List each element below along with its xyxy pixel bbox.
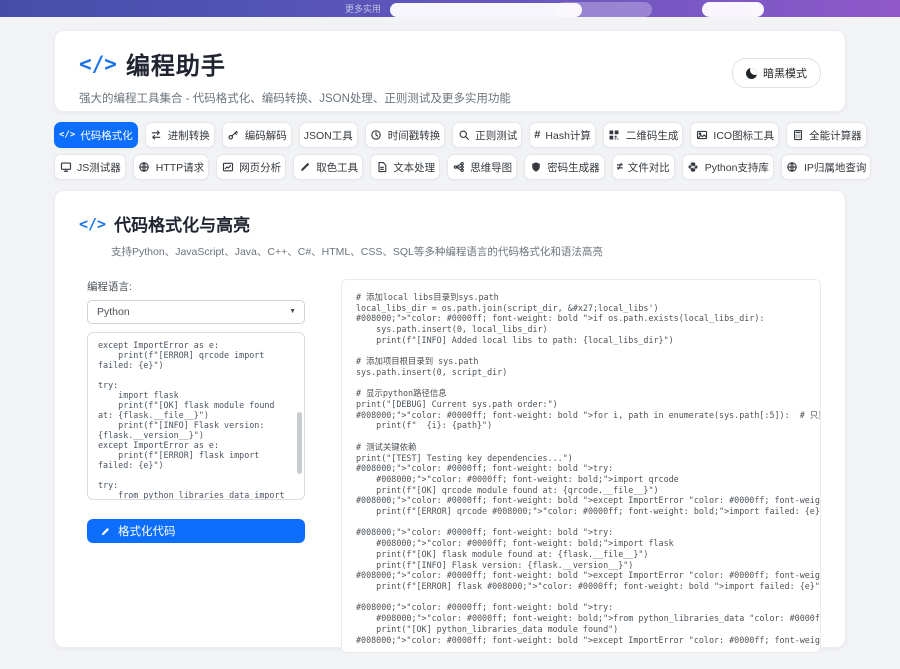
code-brackets-icon: </> <box>79 51 117 76</box>
nav-item-label: 全能计算器 <box>809 129 862 142</box>
nav-item-label: 网页分析 <box>239 161 282 174</box>
textarea-scrollbar[interactable] <box>297 411 302 474</box>
nav-item-json-tool[interactable]: JSON工具 <box>298 122 358 148</box>
app-subtitle: 强大的编程工具集合 - 代码格式化、编码转换、JSON处理、正则测试及更多实用功… <box>79 93 511 105</box>
banner-overlay-shape <box>702 2 764 17</box>
nav-item-label: 思维导图 <box>470 161 513 174</box>
nav-item-timestamp[interactable]: 时间戳转换 <box>364 122 446 148</box>
banner-overlay-shape <box>390 3 582 17</box>
nav-item-regex-test[interactable]: 正则测试 <box>452 122 523 148</box>
qr-icon <box>608 129 621 142</box>
nav-item-hash-calc[interactable]: # Hash计算 <box>529 122 596 148</box>
nav-item-label: 文件对比 <box>627 161 670 174</box>
analysis-icon <box>221 161 234 174</box>
nav-item-label: 代码格式化 <box>80 129 133 142</box>
dropper-icon <box>298 161 311 174</box>
python-icon <box>687 161 700 174</box>
nav-item-label: JS测试器 <box>77 161 121 174</box>
mindmap-icon <box>452 161 465 174</box>
nav-item-label: 进制转换 <box>167 129 210 142</box>
nav-item-label: 时间戳转换 <box>387 129 441 142</box>
nav-item-password-gen[interactable]: 密码生成器 <box>524 154 605 180</box>
nav-item-http-request[interactable]: HTTP请求 <box>132 154 210 180</box>
key-icon <box>227 129 240 142</box>
nav-item-calculator[interactable]: 全能计算器 <box>786 122 867 148</box>
format-code-button[interactable]: 格式化代码 <box>87 519 305 543</box>
highlighted-code: # 添加local libs目录到sys.path local_libs_dir… <box>356 292 820 645</box>
nav-item-js-tester[interactable]: JS测试器 <box>54 154 126 180</box>
swap-icon <box>150 129 163 142</box>
nav-item-python-libs[interactable]: Python支持库 <box>681 154 774 180</box>
nav-row-1: </> 代码格式化 进制转换 编码解码 JSON工具 时间戳转换 正则测试 # Hash计算 二维… <box>54 122 867 148</box>
nav-item-label: 取色工具 <box>316 161 359 174</box>
moon-icon <box>746 67 757 79</box>
globe-icon <box>138 161 151 174</box>
nav-item-label: HTTP请求 <box>155 161 205 174</box>
code-formatter-panel: </> 代码格式化与高亮 支持Python、JavaScript、Java、C+… <box>54 190 846 653</box>
nav-item-mindmap[interactable]: 思维导图 <box>447 154 518 180</box>
language-select-value: Python <box>97 306 130 318</box>
nav-item-qrcode-gen[interactable]: 二维码生成 <box>602 122 684 148</box>
globe-icon <box>786 161 799 174</box>
code-input[interactable]: except ImportError as e: print(f"[ERROR]… <box>87 332 305 500</box>
nav-item-ico-tool[interactable]: ICO图标工具 <box>690 122 780 148</box>
nav-item-ip-lookup[interactable]: IP归属地查询 <box>780 154 872 180</box>
shield-icon <box>529 161 542 174</box>
nav-item-base-convert[interactable]: 进制转换 <box>144 122 215 148</box>
nav-item-label: Hash计算 <box>545 129 591 142</box>
search-icon <box>457 129 470 142</box>
tool-title: 代码格式化与高亮 <box>114 216 251 235</box>
image-icon <box>695 129 708 142</box>
nav-row-2: JS测试器 HTTP请求 网页分析 取色工具 文本处理 思维导图 密码生成器 ≠ 文件对比 Pyt… <box>54 154 872 180</box>
tool-subtitle: 支持Python、JavaScript、Java、C++、C#、HTML、CSS… <box>111 246 603 258</box>
banner-partial-text: 更多实用 <box>345 4 382 14</box>
code-brackets-icon: </> <box>79 214 107 233</box>
nav-item-label: IP归属地查询 <box>803 161 867 174</box>
nav-item-label: 二维码生成 <box>625 129 679 142</box>
compare-icon: ≠ <box>616 161 623 173</box>
code-output-panel: # 添加local libs目录到sys.path local_libs_dir… <box>341 279 821 653</box>
clock-icon <box>370 129 383 142</box>
code-icon: </> <box>59 130 76 140</box>
nav-item-label: 密码生成器 <box>547 161 600 174</box>
nav-item-label: Python支持库 <box>704 161 769 174</box>
pencil-icon <box>101 526 110 535</box>
banner-overlay-shape <box>556 2 652 17</box>
nav-item-code-format[interactable]: </> 代码格式化 <box>54 122 138 148</box>
hash-icon: # <box>534 129 541 141</box>
dark-mode-label: 暗黑模式 <box>763 68 807 80</box>
top-gradient-banner: 更多实用 <box>0 0 900 17</box>
nav-item-label: 正则测试 <box>475 129 518 142</box>
nav-item-encode-decode[interactable]: 编码解码 <box>221 122 292 148</box>
chevron-down-icon: ▼ <box>289 308 296 315</box>
calc-icon <box>791 129 804 142</box>
app-title: 编程助手 <box>125 53 226 80</box>
doc-icon <box>375 161 388 174</box>
nav-item-file-diff[interactable]: ≠ 文件对比 <box>611 154 675 180</box>
language-select[interactable]: Python ▼ <box>87 300 305 324</box>
nav-item-color-picker[interactable]: 取色工具 <box>293 154 364 180</box>
nav-item-label: 文本处理 <box>393 161 436 174</box>
tool-nav: </> 代码格式化 进制转换 编码解码 JSON工具 时间戳转换 正则测试 # Hash计算 二维… <box>54 122 872 180</box>
app-header: </> 编程助手 强大的编程工具集合 - 代码格式化、编码转换、JSON处理、正… <box>54 30 846 112</box>
nav-item-web-analysis[interactable]: 网页分析 <box>216 154 287 180</box>
monitor-icon <box>59 161 72 174</box>
nav-item-label: 编码解码 <box>244 129 287 142</box>
page-background: </> 编程助手 强大的编程工具集合 - 代码格式化、编码转换、JSON处理、正… <box>0 17 900 653</box>
nav-item-label: JSON工具 <box>303 129 353 142</box>
language-label: 编程语言: <box>87 281 132 293</box>
nav-item-text-process[interactable]: 文本处理 <box>370 154 441 180</box>
dark-mode-toggle[interactable]: 暗黑模式 <box>732 58 821 88</box>
nav-item-label: ICO图标工具 <box>713 129 775 142</box>
format-code-label: 格式化代码 <box>118 526 176 538</box>
